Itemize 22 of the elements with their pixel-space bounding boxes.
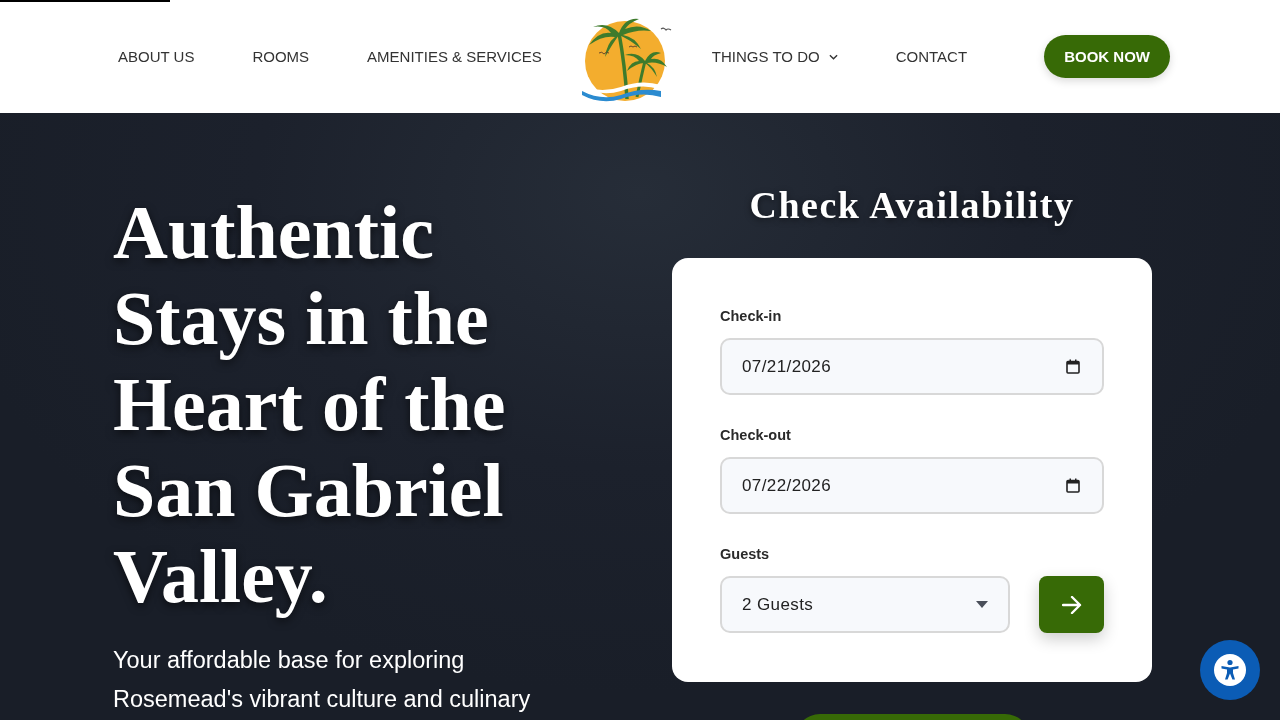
hero-subtitle: Your affordable base for exploring Rosemead's vibrant culture and culinary xyxy=(113,646,532,714)
book-now-button[interactable]: BOOK NOW xyxy=(1044,35,1171,78)
chevron-down-icon xyxy=(828,53,838,60)
field-label: Check-in xyxy=(720,307,783,326)
date-field[interactable]: 07/21/2026 xyxy=(720,338,1104,395)
nav-dropdown-link[interactable]: THINGS TO DO xyxy=(711,48,838,65)
submit-button[interactable] xyxy=(1039,576,1104,633)
nav-link[interactable]: CONTACT xyxy=(895,48,968,65)
arrow-right-icon xyxy=(1061,595,1082,614)
accessibility-icon xyxy=(1214,654,1246,686)
nav-link[interactable]: ABOUT US xyxy=(118,48,195,65)
caret-down-icon xyxy=(976,601,988,608)
nav-link[interactable]: ROOMS xyxy=(252,48,310,65)
availability-heading: Check Availability xyxy=(749,183,1075,227)
calendar-icon xyxy=(1066,478,1080,493)
calendar-icon xyxy=(1066,359,1080,374)
nav-link[interactable]: AMENITIES & SERVICES xyxy=(367,48,542,65)
field-label: Check-out xyxy=(720,426,792,445)
date-field[interactable]: 07/22/2026 xyxy=(720,457,1104,514)
hero-title: Authentic Stays in the Heart of the San Gabriel Valley. xyxy=(113,189,507,619)
guests-select[interactable]: 2 Guests xyxy=(720,576,1010,633)
field-label: Guests xyxy=(720,545,771,564)
